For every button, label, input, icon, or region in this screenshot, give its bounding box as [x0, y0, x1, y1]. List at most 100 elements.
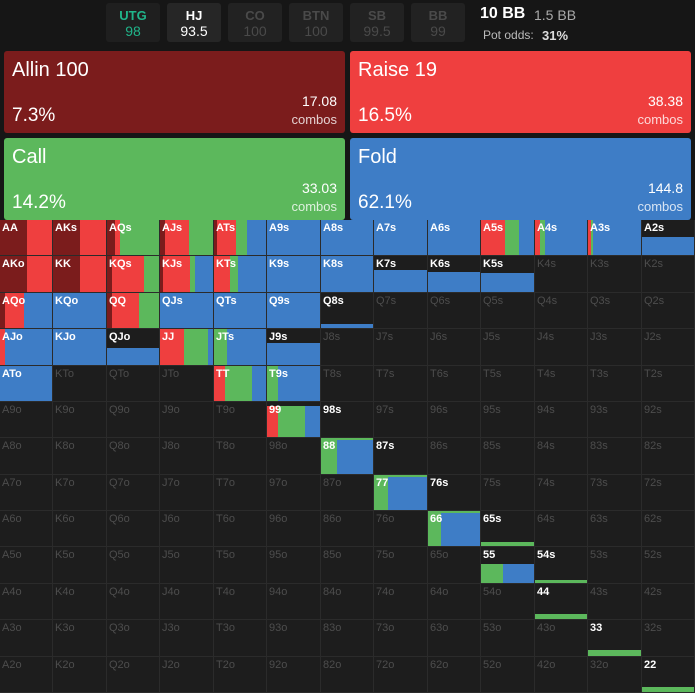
hand-cell[interactable]: A8s — [321, 220, 374, 256]
hand-cell[interactable]: J6o — [160, 511, 214, 547]
hand-cell[interactable]: AJs — [160, 220, 214, 256]
action-call[interactable]: Call 14.2% 33.03 combos — [4, 138, 345, 220]
hand-cell[interactable]: K8s — [321, 256, 374, 293]
hand-cell[interactable]: Q5s — [481, 293, 535, 329]
hand-cell[interactable]: K5o — [53, 547, 107, 584]
hand-cell[interactable]: KQs — [107, 256, 160, 293]
hand-cell[interactable]: 64s — [535, 511, 588, 547]
action-raise[interactable]: Raise 19 16.5% 38.38 combos — [350, 51, 691, 133]
hand-cell[interactable]: 98s — [321, 402, 374, 438]
hand-cell[interactable]: 84o — [321, 584, 374, 620]
hand-cell[interactable]: 95o — [267, 547, 321, 584]
hand-cell[interactable]: T6s — [428, 366, 481, 402]
hand-cell[interactable]: J5o — [160, 547, 214, 584]
hand-cell[interactable]: J6s — [428, 329, 481, 366]
hand-cell[interactable]: 82o — [321, 657, 374, 693]
hand-cell[interactable]: Q9o — [107, 402, 160, 438]
action-fold[interactable]: Fold 62.1% 144.8 combos — [350, 138, 691, 220]
hand-cell[interactable]: T7s — [374, 366, 428, 402]
hand-cell[interactable]: K6s — [428, 256, 481, 293]
hand-cell[interactable]: 85s — [481, 438, 535, 475]
position-co[interactable]: CO 100 — [228, 3, 282, 42]
hand-cell[interactable]: ATs — [214, 220, 267, 256]
hand-cell[interactable]: T2o — [214, 657, 267, 693]
hand-cell[interactable]: 96s — [428, 402, 481, 438]
hand-cell[interactable]: T5s — [481, 366, 535, 402]
hand-cell[interactable]: A9o — [0, 402, 53, 438]
hand-cell[interactable]: A5s — [481, 220, 535, 256]
hand-cell[interactable]: Q8s — [321, 293, 374, 329]
hand-cell[interactable]: 65o — [428, 547, 481, 584]
hand-cell[interactable]: 54s — [535, 547, 588, 584]
hand-cell[interactable]: 32o — [588, 657, 642, 693]
hand-cell[interactable]: K4o — [53, 584, 107, 620]
hand-cell[interactable]: KJs — [160, 256, 214, 293]
hand-cell[interactable]: 62s — [642, 511, 695, 547]
hand-cell[interactable]: 52o — [481, 657, 535, 693]
hand-cell[interactable]: A2s — [642, 220, 695, 256]
hand-cell[interactable]: A2o — [0, 657, 53, 693]
hand-cell[interactable]: 83s — [588, 438, 642, 475]
hand-cell[interactable]: T8s — [321, 366, 374, 402]
hand-cell[interactable]: AA — [0, 220, 53, 256]
hand-cell[interactable]: QQ — [107, 293, 160, 329]
hand-cell[interactable]: K3s — [588, 256, 642, 293]
hand-cell[interactable]: 63s — [588, 511, 642, 547]
hand-cell[interactable]: J9s — [267, 329, 321, 366]
position-utg[interactable]: UTG 98 — [106, 3, 160, 42]
hand-cell[interactable]: A6s — [428, 220, 481, 256]
hand-cell[interactable]: A7s — [374, 220, 428, 256]
hand-cell[interactable]: K2s — [642, 256, 695, 293]
hand-cell[interactable]: QTs — [214, 293, 267, 329]
hand-cell[interactable]: 74s — [535, 475, 588, 511]
hand-cell[interactable]: 73s — [588, 475, 642, 511]
hand-cell[interactable]: J3o — [160, 620, 214, 657]
hand-cell[interactable]: KTs — [214, 256, 267, 293]
hand-cell[interactable]: 33 — [588, 620, 642, 657]
hand-cell[interactable]: 74o — [374, 584, 428, 620]
hand-cell[interactable]: A6o — [0, 511, 53, 547]
hand-cell[interactable]: T8o — [214, 438, 267, 475]
hand-cell[interactable]: 98o — [267, 438, 321, 475]
hand-cell[interactable]: 95s — [481, 402, 535, 438]
hand-cell[interactable]: K2o — [53, 657, 107, 693]
hand-cell[interactable]: K6o — [53, 511, 107, 547]
hand-cell[interactable]: JJ — [160, 329, 214, 366]
hand-cell[interactable]: 43s — [588, 584, 642, 620]
hand-cell[interactable]: 42o — [535, 657, 588, 693]
hand-cell[interactable]: 83o — [321, 620, 374, 657]
hand-cell[interactable]: 93o — [267, 620, 321, 657]
hand-cell[interactable]: J5s — [481, 329, 535, 366]
hand-cell[interactable]: Q8o — [107, 438, 160, 475]
hand-cell[interactable]: ATo — [0, 366, 53, 402]
hand-cell[interactable]: A3s — [588, 220, 642, 256]
hand-cell[interactable]: Q7o — [107, 475, 160, 511]
hand-cell[interactable]: K4s — [535, 256, 588, 293]
hand-cell[interactable]: 63o — [428, 620, 481, 657]
hand-cell[interactable]: 93s — [588, 402, 642, 438]
hand-cell[interactable]: AKs — [53, 220, 107, 256]
hand-cell[interactable]: Q3s — [588, 293, 642, 329]
hand-cell[interactable]: Q4o — [107, 584, 160, 620]
hand-cell[interactable]: K7s — [374, 256, 428, 293]
hand-cell[interactable]: 53o — [481, 620, 535, 657]
hand-cell[interactable]: T7o — [214, 475, 267, 511]
hand-cell[interactable]: Q9s — [267, 293, 321, 329]
hand-cell[interactable]: A4o — [0, 584, 53, 620]
hand-cell[interactable]: K9o — [53, 402, 107, 438]
hand-cell[interactable]: T6o — [214, 511, 267, 547]
hand-cell[interactable]: 62o — [428, 657, 481, 693]
hand-cell[interactable]: AJo — [0, 329, 53, 366]
hand-cell[interactable]: 75o — [374, 547, 428, 584]
hand-cell[interactable]: Q2s — [642, 293, 695, 329]
hand-cell[interactable]: AQs — [107, 220, 160, 256]
hand-cell[interactable]: 82s — [642, 438, 695, 475]
hand-cell[interactable]: J7o — [160, 475, 214, 511]
hand-cell[interactable]: Q2o — [107, 657, 160, 693]
hand-cell[interactable]: J2o — [160, 657, 214, 693]
hand-cell[interactable]: 43o — [535, 620, 588, 657]
hand-cell[interactable]: 52s — [642, 547, 695, 584]
hand-cell[interactable]: AKo — [0, 256, 53, 293]
hand-cell[interactable]: A3o — [0, 620, 53, 657]
hand-cell[interactable]: 96o — [267, 511, 321, 547]
